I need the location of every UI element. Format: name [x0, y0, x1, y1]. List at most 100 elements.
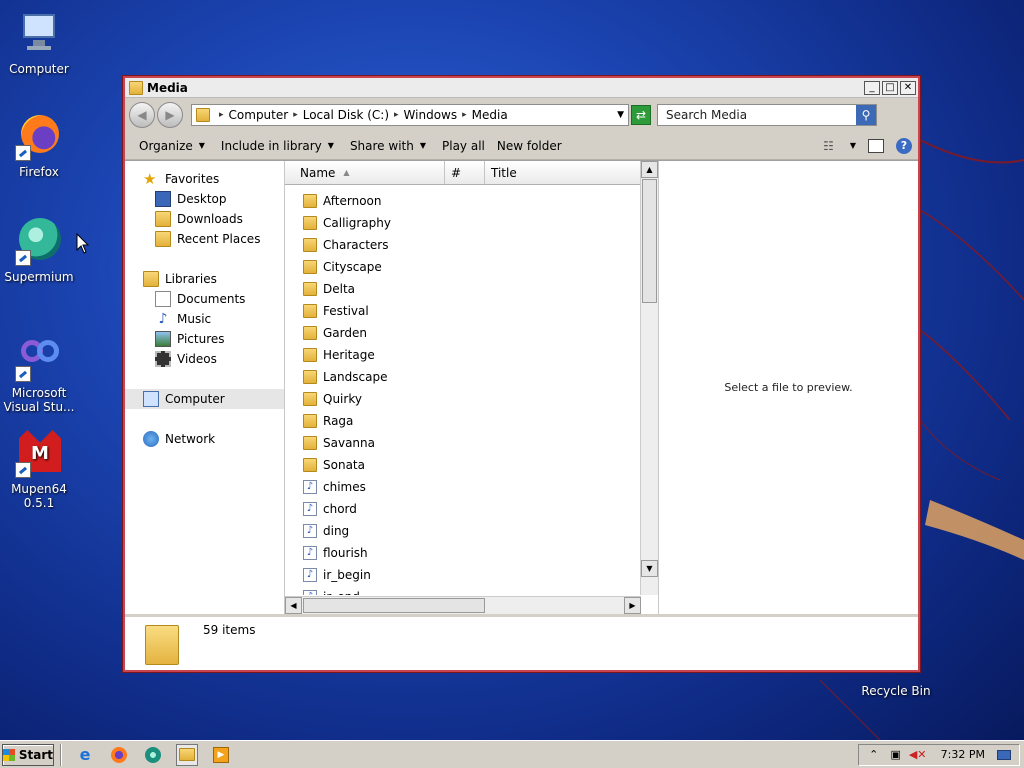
file-row[interactable]: Quirky — [285, 388, 641, 410]
back-button[interactable]: ◀ — [129, 102, 155, 128]
minimize-button[interactable]: _ — [864, 80, 880, 95]
windows-logo-icon — [3, 748, 15, 761]
nav-recent-places[interactable]: Recent Places — [125, 229, 284, 249]
file-row[interactable]: Characters — [285, 234, 641, 256]
media-player-icon[interactable]: ▶ — [210, 744, 232, 766]
firefox-icon[interactable] — [108, 744, 130, 766]
search-icon[interactable]: ⚲ — [856, 105, 876, 125]
desktop-icon-firefox[interactable]: Firefox — [1, 113, 77, 179]
folder-icon — [145, 625, 179, 665]
file-row[interactable]: Garden — [285, 322, 641, 344]
breadcrumb-media[interactable]: Media — [472, 108, 508, 122]
scroll-right-button[interactable]: ▶ — [624, 597, 641, 614]
new-folder-button[interactable]: New folder — [497, 139, 562, 153]
file-row[interactable]: Calligraphy — [285, 212, 641, 234]
explorer-taskbar-button[interactable] — [176, 743, 198, 766]
breadcrumb-local-disk[interactable]: Local Disk (C:) — [303, 108, 389, 122]
file-row[interactable]: Landscape — [285, 366, 641, 388]
music-icon: ♪ — [158, 311, 168, 327]
file-row[interactable]: ♪ ding — [285, 520, 641, 542]
desktop-icon-supermium[interactable]: Supermium — [1, 218, 77, 284]
folder-icon — [303, 216, 317, 230]
organize-button[interactable]: Organize ▼ — [139, 139, 205, 153]
show-hidden-icons-icon[interactable]: ⌃ — [867, 748, 881, 762]
nav-desktop[interactable]: Desktop — [125, 189, 284, 209]
file-row[interactable]: ♪ flourish — [285, 542, 641, 564]
include-in-library-button[interactable]: Include in library ▼ — [221, 139, 334, 153]
breadcrumb-windows[interactable]: Windows — [404, 108, 458, 122]
file-row[interactable]: Afternoon — [285, 190, 641, 212]
help-icon[interactable]: ? — [896, 137, 912, 154]
play-all-button[interactable]: Play all — [442, 139, 485, 153]
computer-icon — [143, 391, 159, 407]
nav-network[interactable]: Network — [125, 429, 284, 449]
file-row[interactable]: Sonata — [285, 454, 641, 476]
details-pane: 59 items — [125, 614, 918, 670]
nav-libraries[interactable]: Libraries — [125, 269, 284, 289]
desktop-icon-computer[interactable]: Computer — [1, 10, 77, 76]
navigation-pane: ★ Favorites Desktop Downloads Recent Plac… — [125, 161, 285, 614]
vertical-scroll-thumb[interactable] — [642, 179, 657, 303]
scroll-left-button[interactable]: ◀ — [285, 597, 302, 614]
nav-favorites[interactable]: ★ Favorites — [125, 169, 284, 189]
view-options-icon[interactable]: ☷ — [823, 139, 834, 153]
file-row[interactable]: Festival — [285, 300, 641, 322]
share-with-button[interactable]: Share with ▼ — [350, 139, 426, 153]
file-row[interactable]: Savanna — [285, 432, 641, 454]
file-name: Festival — [323, 304, 369, 318]
address-bar[interactable]: ▸ Computer ▸ Local Disk (C:) ▸ Windows ▸… — [191, 104, 629, 126]
file-row[interactable]: Heritage — [285, 344, 641, 366]
nav-music[interactable]: ♪ Music — [125, 309, 284, 329]
scroll-down-button[interactable]: ▼ — [641, 560, 658, 577]
internet-explorer-icon[interactable]: e — [74, 744, 96, 766]
file-row[interactable]: Cityscape — [285, 256, 641, 278]
file-row[interactable]: ♪ chord — [285, 498, 641, 520]
breadcrumb-arrow-icon[interactable]: ▸ — [219, 110, 224, 120]
search-box[interactable]: Search Media ⚲ — [657, 104, 877, 126]
desktop-icon — [155, 191, 171, 207]
horizontal-scrollbar[interactable]: ◀ ▶ — [285, 596, 641, 614]
scroll-up-button[interactable]: ▲ — [641, 161, 658, 178]
nav-documents[interactable]: Documents — [125, 289, 284, 309]
view-dropdown-icon[interactable]: ▼ — [850, 141, 856, 150]
file-name: Landscape — [323, 370, 388, 384]
file-row[interactable]: ♪ chimes — [285, 476, 641, 498]
breadcrumb-arrow-icon[interactable]: ▸ — [462, 110, 467, 120]
folder-icon — [303, 458, 317, 472]
clock[interactable]: 7:32 PM — [941, 748, 985, 761]
column-number[interactable]: # — [445, 161, 485, 184]
vertical-scrollbar[interactable]: ▲ ▼ — [640, 161, 658, 595]
volume-muted-icon[interactable]: ◀✕ — [909, 748, 927, 762]
nav-computer[interactable]: Computer — [125, 389, 284, 409]
refresh-button[interactable]: ⇄ — [631, 105, 651, 125]
breadcrumb-arrow-icon[interactable]: ▸ — [394, 110, 399, 120]
supermium-icon — [15, 218, 63, 266]
maximize-button[interactable]: □ — [882, 80, 898, 95]
file-row[interactable]: ♪ ir_end — [285, 586, 641, 595]
close-button[interactable]: ✕ — [900, 80, 916, 95]
breadcrumb-arrow-icon[interactable]: ▸ — [293, 110, 298, 120]
nav-pictures[interactable]: Pictures — [125, 329, 284, 349]
network-status-icon[interactable]: ▣ — [889, 748, 903, 762]
supermium-icon[interactable] — [142, 744, 164, 766]
desktop-icon-mupen64[interactable]: M Mupen64 0.5.1 — [1, 430, 77, 510]
horizontal-scroll-thumb[interactable] — [303, 598, 485, 613]
file-row[interactable]: ♪ ir_begin — [285, 564, 641, 586]
preview-pane-icon[interactable] — [868, 138, 884, 153]
show-desktop-icon[interactable] — [997, 748, 1011, 762]
file-row[interactable]: Delta — [285, 278, 641, 300]
computer-icon — [15, 10, 63, 58]
breadcrumb-computer[interactable]: Computer — [229, 108, 289, 122]
explorer-window[interactable]: Media _ □ ✕ ◀ ▶ ▸ Computer ▸ Local Disk … — [123, 76, 920, 672]
column-title[interactable]: Title — [485, 161, 641, 184]
search-input[interactable]: Search Media — [666, 108, 856, 122]
desktop-icon-visual-studio[interactable]: Microsoft Visual Stu... — [1, 334, 77, 414]
address-dropdown-icon[interactable]: ▼ — [617, 110, 624, 120]
column-name[interactable]: Name ▲ — [285, 161, 445, 184]
file-row[interactable]: Raga — [285, 410, 641, 432]
start-button[interactable]: Start — [2, 743, 54, 766]
forward-button[interactable]: ▶ — [157, 102, 183, 128]
title-bar[interactable]: Media _ □ ✕ — [125, 78, 918, 98]
nav-videos[interactable]: Videos — [125, 349, 284, 369]
nav-downloads[interactable]: Downloads — [125, 209, 284, 229]
